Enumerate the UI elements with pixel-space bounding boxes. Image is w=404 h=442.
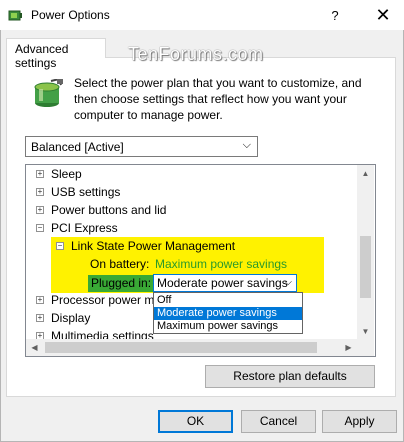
collapse-icon[interactable]: − — [56, 242, 64, 250]
battery-icon — [34, 79, 63, 107]
scroll-right-icon[interactable]: ▶ — [340, 339, 357, 356]
tree-item-label: USB settings — [51, 185, 121, 199]
option-moderate-power-savings[interactable]: Moderate power savings — [154, 307, 302, 320]
scroll-down-icon[interactable]: ▼ — [357, 323, 374, 340]
tree-item-label: Power buttons and lid — [51, 203, 167, 217]
on-battery-value[interactable]: Maximum power savings — [155, 255, 287, 273]
power-plan-value: Balanced [Active] — [31, 140, 124, 154]
tree-item-label: Link State Power Management — [71, 239, 236, 253]
collapse-icon[interactable]: − — [36, 224, 44, 232]
chevron-down-icon: ⌵ — [284, 277, 292, 288]
expand-icon[interactable]: + — [36, 296, 44, 304]
on-battery-label: On battery: — [90, 257, 150, 271]
option-off[interactable]: Off — [154, 294, 302, 307]
plugged-in-label: Plugged in: — [88, 275, 155, 292]
expand-icon[interactable]: + — [36, 188, 44, 196]
expand-icon[interactable]: + — [36, 314, 44, 322]
horizontal-scroll-thumb[interactable] — [45, 342, 317, 353]
tree-item-label: Sleep — [51, 167, 82, 181]
tab-advanced-settings[interactable]: Advanced settings — [6, 38, 106, 70]
restore-plan-defaults-button[interactable]: Restore plan defaults — [205, 365, 375, 388]
power-options-icon — [8, 10, 22, 21]
watermark: TenForums.com — [128, 44, 264, 64]
tree-item-label: Processor power ma — [51, 293, 162, 307]
close-button[interactable]: ✕ — [366, 0, 400, 30]
help-button[interactable]: ? — [318, 0, 352, 30]
window-title: Power Options — [31, 8, 110, 22]
expand-icon[interactable]: + — [36, 170, 44, 178]
tree-item-label: Display — [51, 311, 91, 325]
scroll-corner — [357, 339, 374, 356]
option-maximum-power-savings[interactable]: Maximum power savings — [154, 320, 302, 333]
vertical-scroll-thumb[interactable] — [360, 236, 371, 298]
plugged-in-value: Moderate power savings — [157, 276, 288, 290]
ok-button[interactable]: OK — [158, 410, 233, 433]
plugged-in-dropdown[interactable]: Moderate power savings ⌵ — [153, 274, 297, 292]
chevron-down-icon: ⌵ — [242, 139, 251, 151]
expand-icon[interactable]: + — [36, 206, 44, 214]
scroll-up-icon[interactable]: ▲ — [357, 165, 374, 182]
power-plan-dropdown[interactable]: Balanced [Active] ⌵ — [25, 136, 258, 157]
description-text: Select the power plan that you want to c… — [74, 76, 362, 122]
scroll-left-icon[interactable]: ◀ — [26, 339, 43, 356]
tree-item-label: PCI Express — [51, 221, 118, 235]
plugged-in-options-list[interactable]: Off Moderate power savings Maximum power… — [153, 292, 303, 334]
cancel-button[interactable]: Cancel — [241, 410, 316, 433]
apply-button[interactable]: Apply — [322, 410, 397, 433]
